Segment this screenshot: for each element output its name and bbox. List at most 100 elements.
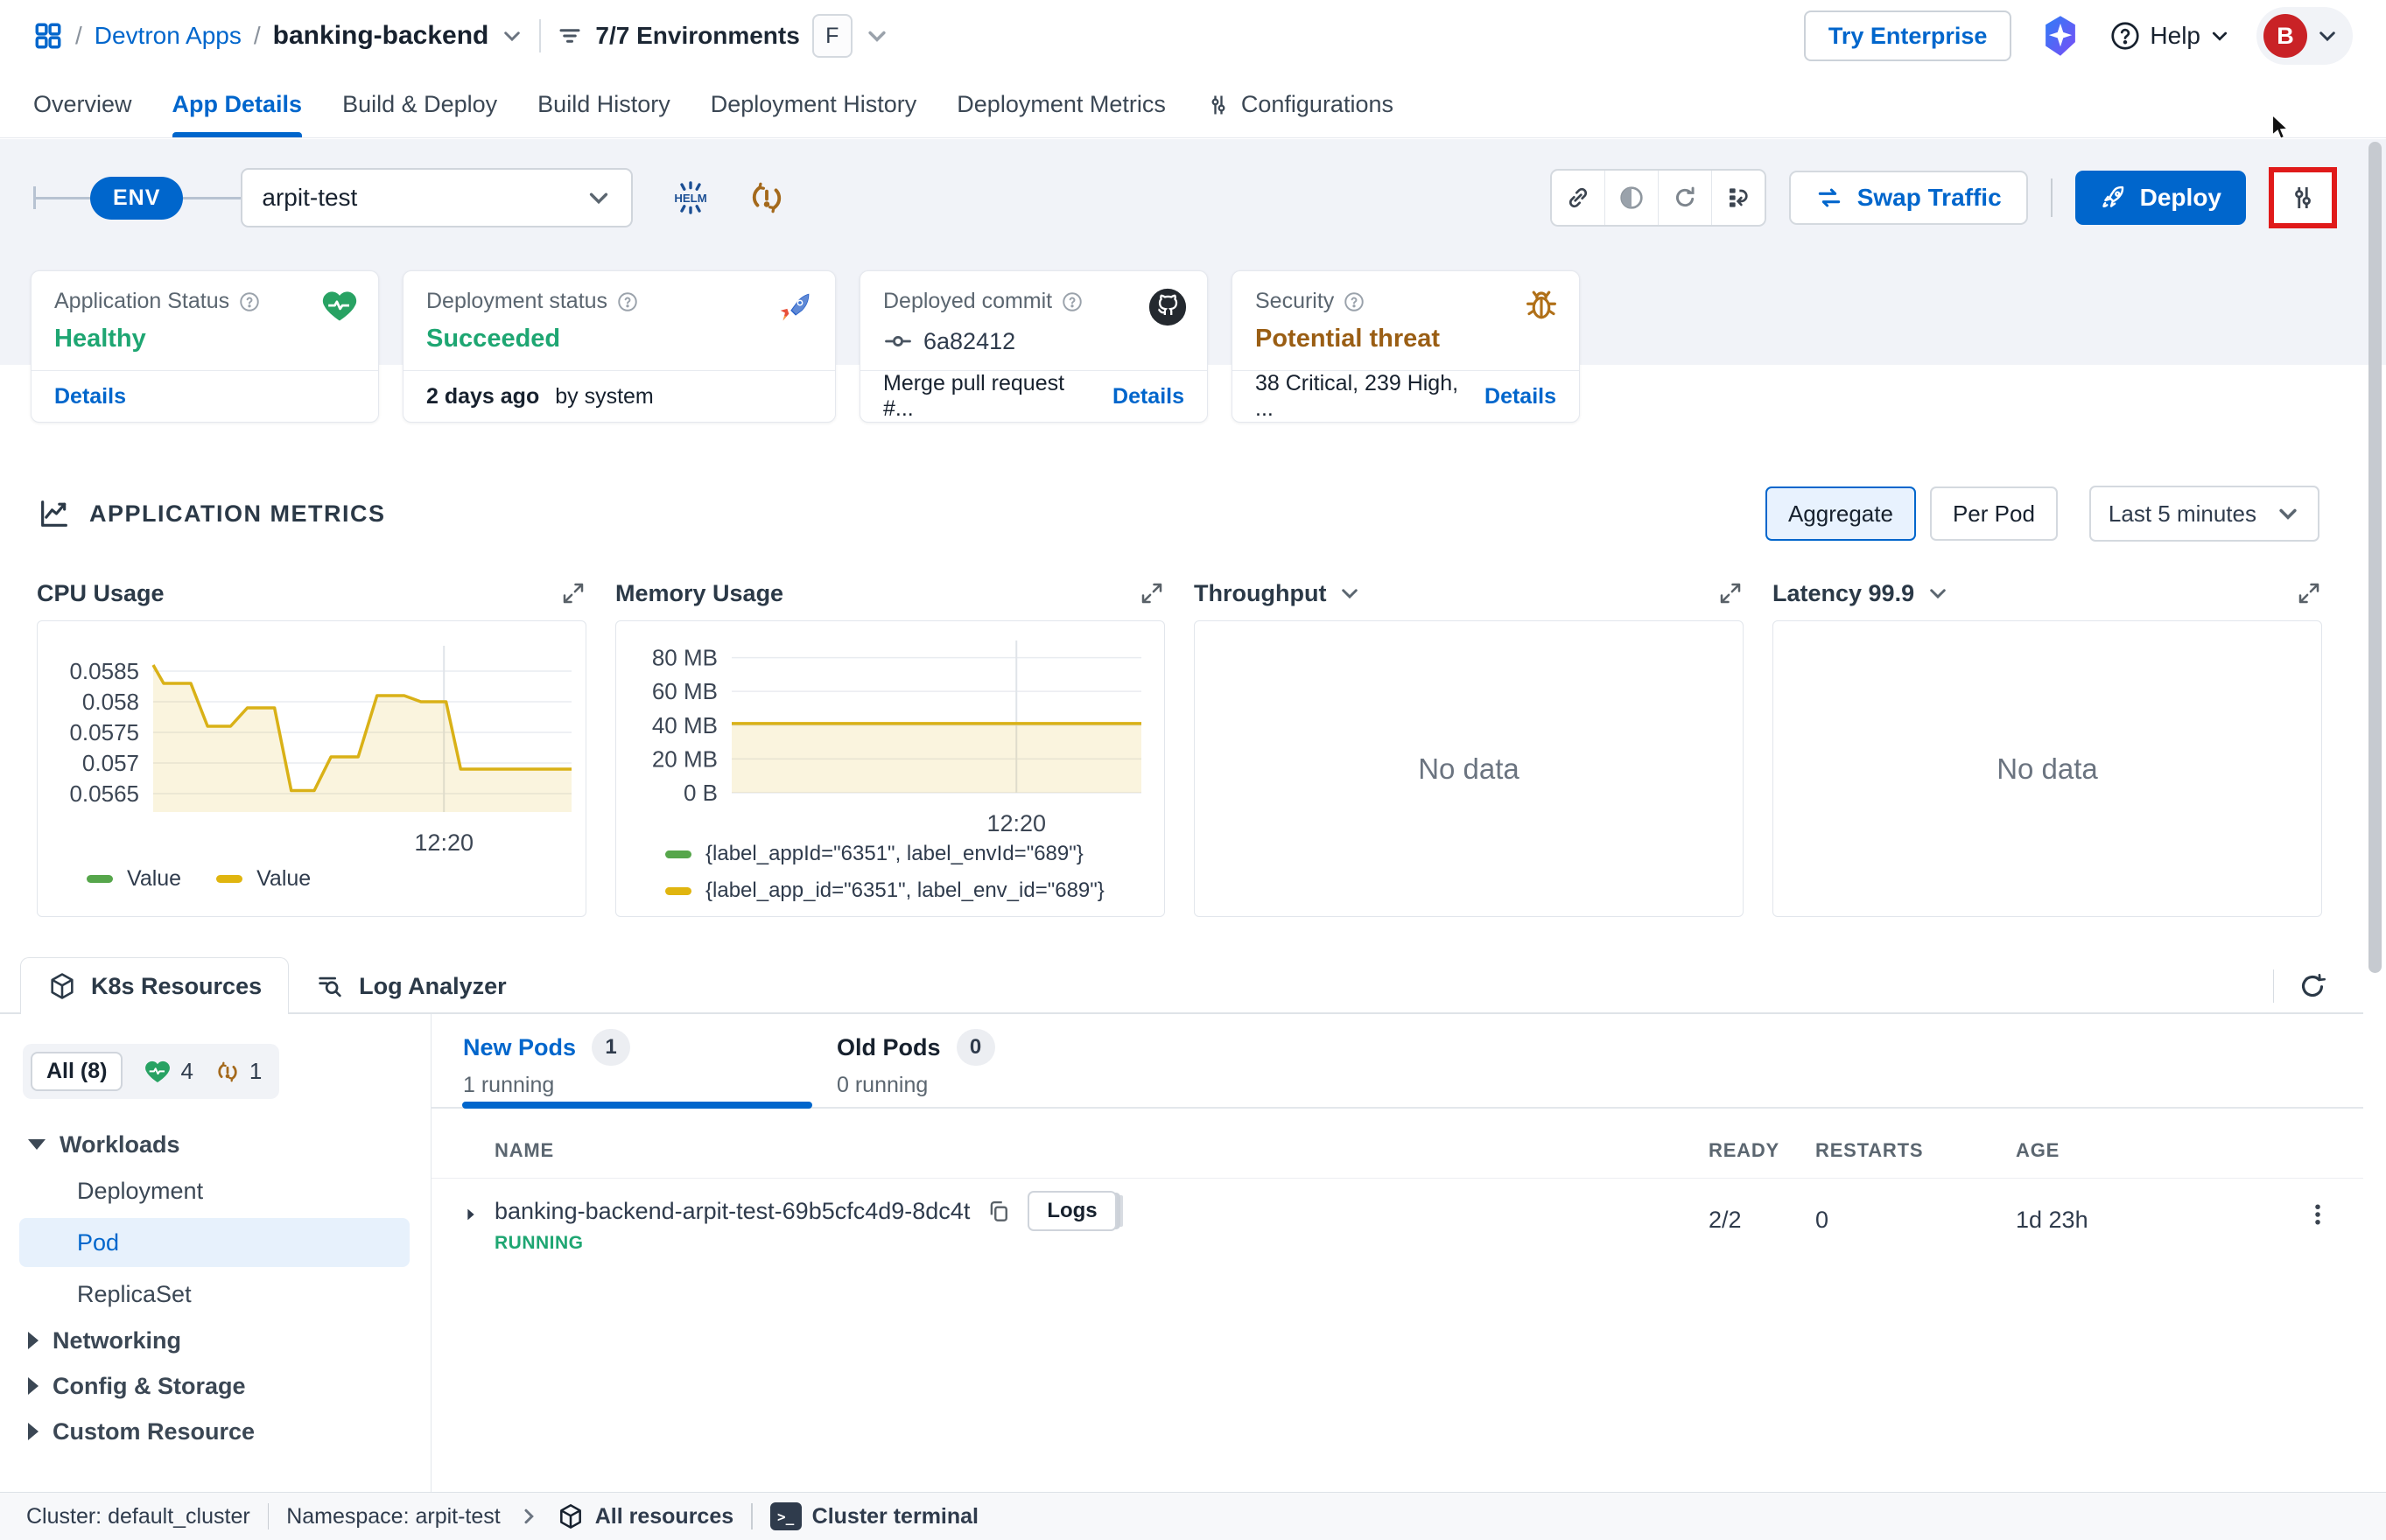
tab-build-deploy[interactable]: Build & Deploy [342,72,497,137]
try-enterprise-button[interactable]: Try Enterprise [1804,10,2012,61]
environment-select[interactable]: arpit-test [241,168,633,228]
col-ready[interactable]: READY [1709,1139,1779,1162]
help-menu[interactable]: Help [2109,20,2230,52]
tab-log-analyzer[interactable]: Log Analyzer [289,959,533,1014]
old-pods-tab[interactable]: Old Pods 0 0 running [837,1029,995,1098]
kebab-menu-icon[interactable] [2305,1201,2331,1228]
link-icon[interactable] [1552,171,1605,225]
top-header: / Devtron Apps / banking-backend 7/7 Env… [0,0,2386,72]
tree-group-workloads[interactable]: Workloads [0,1122,431,1167]
swap-traffic-button[interactable]: Swap Traffic [1789,171,2028,225]
pie-chart-icon[interactable] [1605,171,1659,225]
cluster-terminal-link[interactable]: >_ Cluster terminal [770,1502,979,1530]
deployment-status-card: Deployment status Succeeded 2 days ago b… [403,270,836,423]
breadcrumb-section[interactable]: Devtron Apps [95,22,242,50]
card-title: Deployment status [426,289,607,314]
terminal-icon: >_ [770,1502,802,1530]
resource-tree: Workloads Deployment Pod ReplicaSet Netw… [0,1122,431,1454]
refresh-icon[interactable] [1659,171,1712,225]
tree-item-deployment[interactable]: Deployment [0,1167,431,1214]
footer-divider [268,1503,270,1530]
environments-filter[interactable]: 7/7 Environments F [557,14,888,58]
legend-label: {label_appId="6351", label_envId="689"} [705,842,1084,866]
help-circle-icon[interactable] [616,290,639,313]
helm-icon[interactable]: HELM [670,177,712,219]
details-link[interactable]: Details [1484,384,1556,410]
expand-icon[interactable] [560,580,586,606]
details-link[interactable]: Details [1112,384,1184,410]
details-link[interactable]: Details [54,384,126,410]
user-menu[interactable]: B [2256,7,2353,65]
memory-chart-panel[interactable]: 80 MB60 MB40 MB20 MB0 B12:20 {label_appI… [615,620,1165,917]
chevron-down-icon[interactable] [1338,582,1361,605]
col-name[interactable]: NAME [495,1139,554,1162]
application-status-value: Healthy [54,325,355,354]
filter-healthy[interactable]: 4 [144,1058,193,1086]
health-heart-icon [144,1058,172,1086]
tab-deployment-metrics[interactable]: Deployment Metrics [957,72,1166,137]
footer-divider [751,1503,753,1530]
table-row[interactable]: banking-backend-arpit-test-69b5cfc4d9-8d… [432,1179,2363,1280]
restart-alert-icon[interactable] [747,178,787,218]
github-icon [1147,287,1188,327]
filter-all[interactable]: All (8) [31,1052,123,1091]
logs-button[interactable]: Logs [1028,1191,1116,1231]
all-resources-link[interactable]: All resources [557,1502,733,1530]
breadcrumb-separator: / [75,22,82,50]
throughput-chart: Throughput No data [1194,573,1744,917]
rocket-icon [2100,184,2128,212]
help-circle-icon[interactable] [1343,290,1365,313]
pod-age: 1d 23h [2016,1207,2088,1234]
log-search-icon [315,972,345,1002]
tab-configurations[interactable]: Configurations [1206,72,1393,137]
aggregate-toggle[interactable]: Aggregate [1765,486,1916,541]
memory-usage-chart: Memory Usage 80 MB60 MB40 MB20 MB0 B12:2… [615,573,1165,917]
tree-item-pod[interactable]: Pod [19,1218,410,1267]
tree-group-config-storage[interactable]: Config & Storage [0,1363,431,1409]
per-pod-toggle[interactable]: Per Pod [1930,486,2058,541]
deploy-button[interactable]: Deploy [2075,171,2246,225]
legend-label: Value [127,866,181,892]
expand-icon[interactable] [2296,580,2322,606]
svg-text:40 MB: 40 MB [652,712,718,738]
col-age[interactable]: AGE [2016,1139,2060,1162]
new-pods-running: 1 running [463,1073,630,1098]
vertical-scrollbar[interactable] [2368,142,2382,973]
new-pods-tab[interactable]: New Pods 1 1 running [463,1029,630,1098]
tree-item-replicaset[interactable]: ReplicaSet [0,1270,431,1318]
chevron-down-icon[interactable] [501,24,523,47]
tab-k8s-resources[interactable]: K8s Resources [20,957,289,1014]
filter-warning[interactable]: 1 [214,1058,262,1085]
avatar: B [2263,14,2307,58]
expand-icon[interactable] [1717,580,1744,606]
help-circle-icon[interactable] [238,290,261,313]
apps-grid-icon[interactable] [33,21,63,51]
chevron-down-icon[interactable] [865,24,889,48]
cluster-label: Cluster: default_cluster [26,1504,250,1530]
filter-badge: F [812,14,853,58]
tab-overview[interactable]: Overview [33,72,132,137]
chevron-down-icon [2209,25,2230,46]
tree-group-custom-resource[interactable]: Custom Resource [0,1409,431,1454]
caret-right-icon [28,1377,39,1395]
tab-deployment-history[interactable]: Deployment History [711,72,917,137]
row-expand-caret-icon[interactable] [461,1205,481,1224]
chevron-down-icon[interactable] [1926,582,1949,605]
rollback-icon[interactable] [1712,171,1765,225]
old-pods-running: 0 running [837,1073,995,1098]
env-connector-line [183,197,241,200]
ai-sparkle-icon[interactable] [2038,13,2083,59]
help-circle-icon[interactable] [1061,290,1084,313]
refresh-icon[interactable] [2297,970,2328,1002]
expand-icon[interactable] [1139,580,1165,606]
app-config-sliders-icon[interactable] [2288,183,2318,213]
header-actions: Try Enterprise Help B [1804,7,2353,65]
tree-group-networking[interactable]: Networking [0,1318,431,1363]
tab-build-history[interactable]: Build History [537,72,670,137]
tab-app-details[interactable]: App Details [172,72,303,137]
cpu-chart-panel[interactable]: 0.05850.0580.05750.0570.056512:20 Value … [37,620,586,917]
col-restarts[interactable]: RESTARTS [1815,1139,1923,1162]
commit-hash[interactable]: 6a82412 [923,328,1015,355]
copy-icon[interactable] [986,1198,1012,1224]
time-range-select[interactable]: Last 5 minutes [2089,486,2319,542]
